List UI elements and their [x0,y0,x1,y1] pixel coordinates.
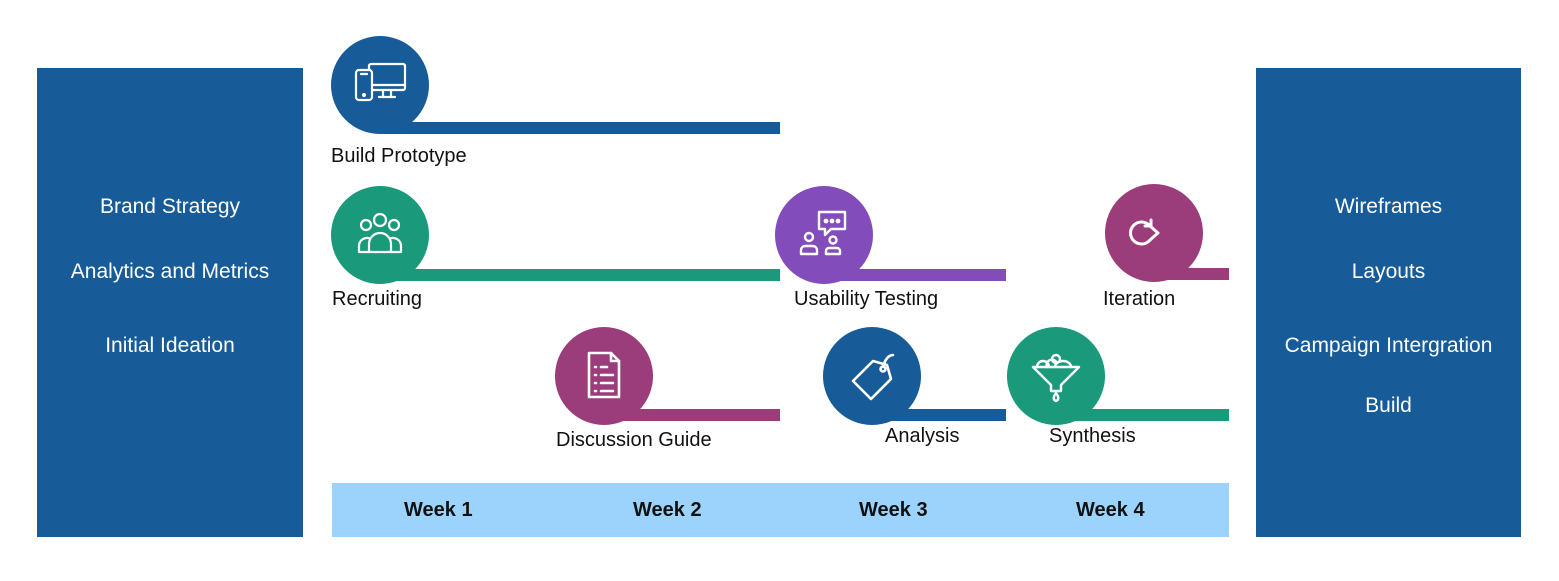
recruiting-bar [380,269,780,281]
build-prototype-node [331,36,429,134]
build-prototype-label: Build Prototype [331,145,467,167]
analysis-label: Analysis [885,425,960,447]
discussion-guide-node [555,327,653,425]
week-label: Week 2 [633,499,702,521]
recruiting-node [331,186,429,284]
iteration-node [1105,184,1203,282]
left-panel-item: Brand Strategy [99,195,241,218]
week-label: Week 3 [859,499,928,521]
left-panel-item: Analytics and Metrics [70,260,270,283]
right-panel: Wireframes Layouts Campaign Intergration… [1256,68,1521,537]
devices-icon [354,62,407,102]
recruiting-label: Recruiting [332,288,423,310]
interview-icon [799,210,847,256]
synthesis-label: Synthesis [1049,425,1136,447]
analysis-node [823,327,921,425]
right-panel-item: Wireframes [1334,195,1443,218]
right-panel-item: Layouts [1351,260,1426,283]
infinity-loop-icon [1129,218,1160,246]
left-panel-item: Initial Ideation [105,334,235,357]
usability-testing-node [775,186,873,284]
build-prototype-bar [380,122,780,134]
group-icon [357,212,403,254]
iteration-label: Iteration [1103,288,1176,310]
week-label: Week 1 [404,499,473,521]
left-panel: Brand Strategy Analytics and Metrics Ini… [37,68,303,537]
week-timeline: Week 1 Week 2 Week 3 Week 4 [332,483,1229,537]
right-panel-item: Build [1365,394,1412,417]
week-label: Week 4 [1076,499,1145,521]
tag-icon [851,353,895,401]
usability-testing-label: Usability Testing [794,288,939,310]
document-list-icon [587,351,621,399]
funnel-icon [1031,353,1081,403]
synthesis-node [1007,327,1105,425]
discussion-guide-label: Discussion Guide [556,429,712,451]
right-panel-item: Campaign Intergration [1284,334,1493,357]
